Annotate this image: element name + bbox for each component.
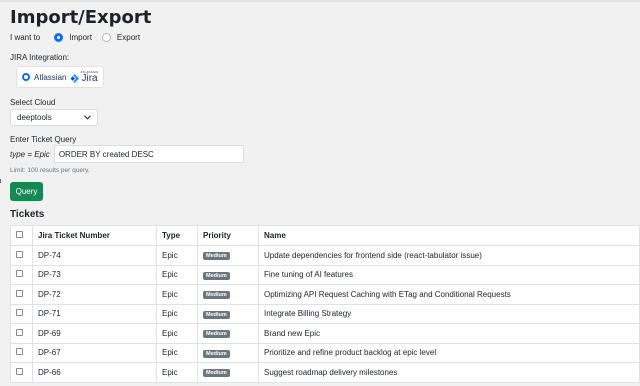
ticket-number: DP-67 [32,342,157,363]
integration-option-label: Atlassian [34,72,67,82]
ticket-name: Prioritize and refine product backlog at… [258,342,640,363]
row-checkbox[interactable] [16,367,23,375]
ticket-type: Epic [156,264,198,285]
row-checkbox[interactable] [16,348,23,356]
priority-badge: Medium [203,330,230,339]
priority-badge: Medium [203,291,230,300]
jira-wordmark: Jira [81,72,98,84]
mode-import-radio[interactable]: Import [54,32,92,42]
cloud-label: Select Cloud [10,98,56,107]
row-checkbox[interactable] [16,289,23,297]
query-label: Enter Ticket Query [10,135,77,144]
priority-badge: Medium [203,349,230,358]
radio-checked-icon [22,73,30,81]
column-header-name: Name [258,225,640,246]
table-header-row: Jira Ticket Number Type Priority Name [10,225,640,246]
row-checkbox[interactable] [16,270,23,278]
query-prefix: type = Epic [10,149,50,159]
tickets-heading: Tickets [10,209,45,220]
query-input[interactable]: ORDER BY created DESC [53,145,244,163]
row-checkbox[interactable] [16,250,23,258]
ticket-number: DP-74 [32,245,157,266]
query-limit-hint: Limit: 100 results per query. [10,167,90,174]
ticket-type: Epic [156,342,198,363]
jira-icon [70,74,80,83]
cloud-select[interactable]: deeptools [10,109,98,126]
table-row[interactable]: DP-67 Epic Medium Prioritize and refine … [10,342,640,363]
select-all-checkbox[interactable] [16,231,23,238]
ticket-type: Epic [156,284,198,305]
table-row[interactable]: DP-74 Epic Medium Update dependencies fo… [10,245,640,266]
ticket-number: DP-73 [32,264,157,285]
radio-checked-icon [54,32,64,42]
chevron-down-icon [84,115,91,120]
mode-import-label: Import [69,32,92,42]
page-title: Import/Export [10,7,152,28]
cloud-select-value: deeptools [17,113,52,122]
integration-label: JIRA Integration: [10,53,70,62]
ticket-type: Epic [156,323,198,344]
column-header-type: Type [156,225,198,246]
ticket-number: DP-69 [32,323,157,344]
mode-label: I want to [10,32,41,42]
mode-export-radio[interactable]: Export [101,32,141,42]
table-row[interactable]: DP-69 Epic Medium Brand new Epic [10,323,640,344]
query-input-value: ORDER BY created DESC [58,149,154,159]
ticket-name: Brand new Epic [258,323,640,344]
ticket-name: Optimizing API Request Caching with ETag… [258,284,640,305]
table-row[interactable]: DP-66 Epic Medium Suggest roadmap delive… [10,362,640,383]
priority-badge: Medium [203,271,230,280]
jira-integration-option[interactable]: Atlassian ATLASSIAN Jira [16,66,104,88]
ticket-type: Epic [156,362,198,383]
priority-badge: Medium [203,369,230,378]
table-row[interactable]: DP-72 Epic Medium Optimizing API Request… [10,284,640,305]
radio-unchecked-icon [101,32,111,42]
top-strip [0,0,640,2]
ticket-name: Suggest roadmap delivery milestones [258,362,640,383]
column-header-priority: Priority [197,225,259,246]
ticket-number: DP-71 [32,303,157,324]
ticket-number: DP-72 [32,284,157,305]
priority-badge: Medium [203,310,230,319]
ticket-type: Epic [156,303,198,324]
mode-selector: I want to Import Export [10,31,150,43]
ticket-name: Integrate Billing Strategy [258,303,640,324]
ticket-type: Epic [156,245,198,266]
ticket-name: Update dependencies for frontend side (r… [258,245,640,266]
ticket-name: Fine tuning of AI features [258,264,640,285]
row-checkbox[interactable] [16,328,23,336]
ticket-number: DP-66 [32,362,157,383]
column-header-number: Jira Ticket Number [32,225,157,246]
row-checkbox[interactable] [16,309,23,317]
priority-badge: Medium [203,252,230,261]
table-row[interactable]: DP-71 Epic Medium Integrate Billing Stra… [10,303,640,324]
query-row: type = Epic ORDER BY created DESC [10,145,244,163]
left-edge-mark [0,179,1,183]
table-row[interactable]: DP-73 Epic Medium Fine tuning of AI feat… [10,264,640,285]
jira-logo: ATLASSIAN Jira [70,70,98,84]
query-button[interactable]: Query [10,182,43,201]
tickets-table: Jira Ticket Number Type Priority Name DP… [10,225,640,383]
mode-export-label: Export [116,32,141,42]
